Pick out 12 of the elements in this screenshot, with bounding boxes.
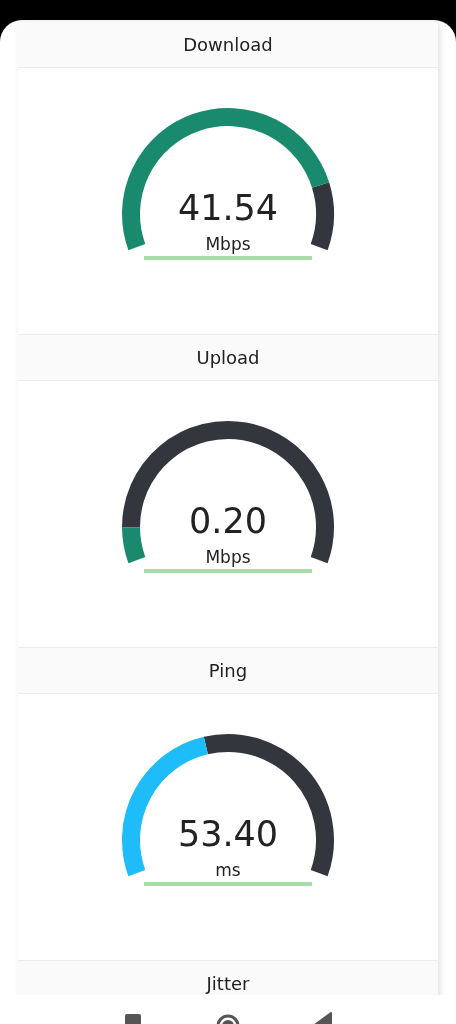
gauge-value: 41.54: [177, 188, 279, 228]
gauge-unit: Mbps: [205, 234, 251, 254]
gauge-unit: Mbps: [205, 547, 251, 567]
section-title: Download: [183, 34, 273, 55]
section-title: Upload: [196, 347, 260, 368]
gauge-value: 0.20: [189, 501, 267, 541]
gauge-unit: ms: [215, 860, 241, 880]
gauge-track: [310, 182, 334, 250]
section-title: Jitter: [206, 973, 250, 994]
back-icon[interactable]: [313, 1010, 333, 1024]
section-title: Ping: [208, 660, 248, 681]
gauge-value: 53.40: [177, 814, 279, 854]
